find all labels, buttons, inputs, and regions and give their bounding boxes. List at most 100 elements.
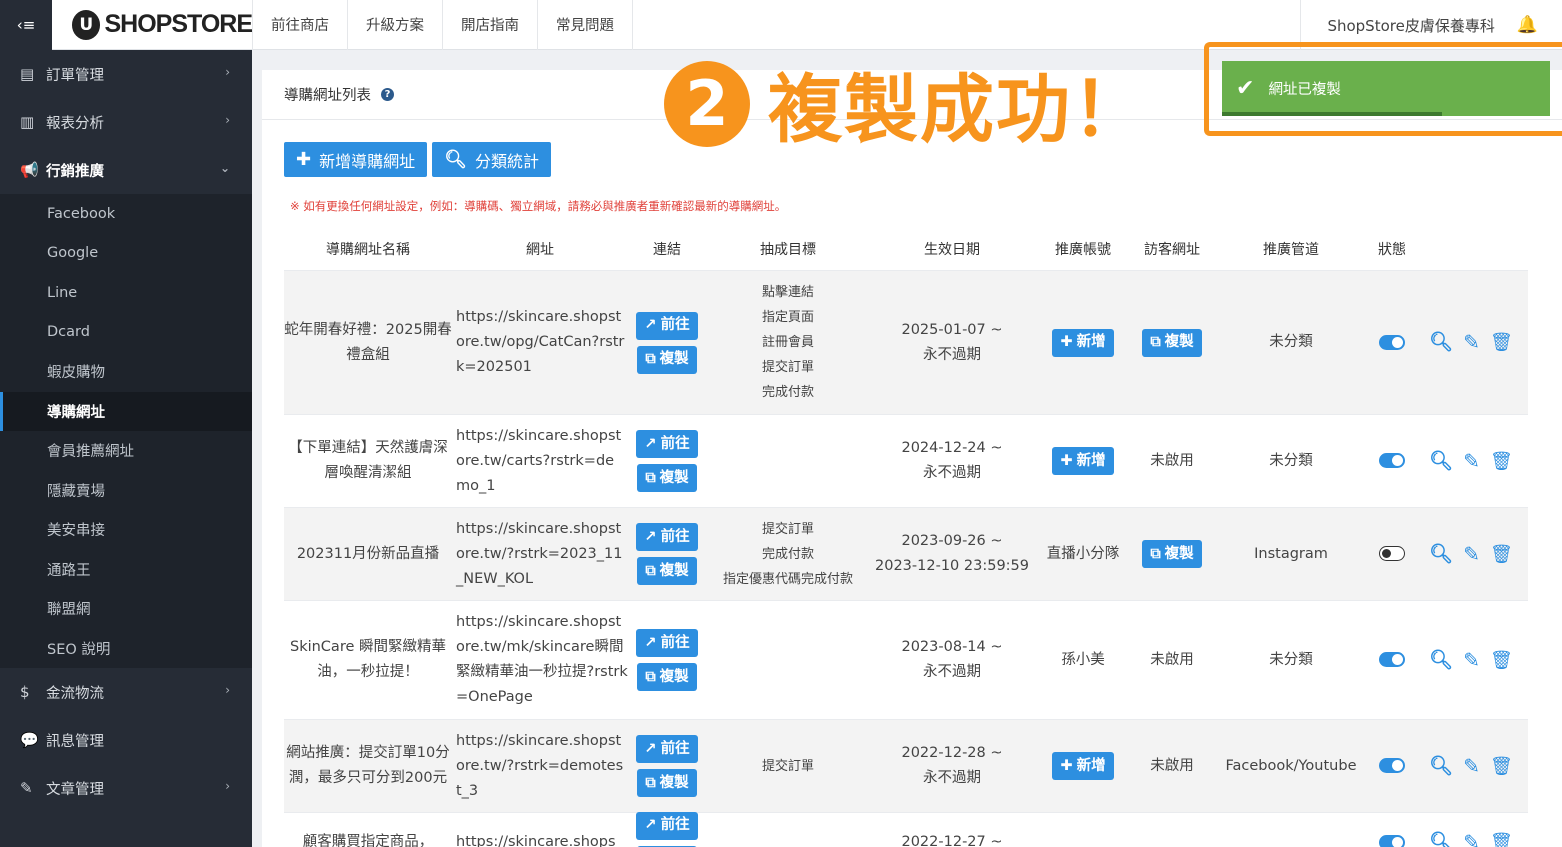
pencil-icon[interactable]: ✎: [1463, 542, 1480, 567]
copy-success-toast[interactable]: ✔ 網址已複製: [1222, 61, 1550, 116]
sidebar-sub-seo[interactable]: SEO 說明: [0, 629, 252, 669]
start-date: 2022-12-27 ~: [901, 834, 1003, 847]
col-account: 推廣帳號: [1055, 242, 1111, 258]
dollar-icon: $: [20, 683, 30, 701]
add-account-button[interactable]: ✚ 新增: [1052, 752, 1114, 780]
sidebar-item-articles[interactable]: ✎ 文章管理 ›: [0, 764, 252, 812]
sidebar-item-payment[interactable]: $ 金流物流 ›: [0, 668, 252, 716]
copy-link-button[interactable]: ⧉複製: [637, 464, 697, 492]
commission-targets: 提交訂單: [706, 754, 870, 779]
account-name: 直播小分隊: [1046, 545, 1120, 562]
copy-icon: ⧉: [645, 668, 656, 685]
go-link-button[interactable]: ↗ 前往: [636, 629, 698, 657]
bullhorn-icon: 📢: [20, 161, 39, 179]
copy-visitor-url-button[interactable]: ⧉ 複製: [1142, 328, 1202, 357]
pencil-icon[interactable]: ✎: [1463, 330, 1480, 355]
search-icon[interactable]: 🔍︎: [1429, 330, 1453, 355]
sidebar-item-reports[interactable]: ▥ 報表分析 ›: [0, 98, 252, 146]
pencil-icon[interactable]: ✎: [1463, 754, 1480, 779]
go-link-button[interactable]: ↗ 前往: [636, 735, 698, 763]
go-link-button[interactable]: ↗ 前往: [636, 523, 698, 551]
trash-icon[interactable]: 🗑: [1490, 754, 1513, 779]
sidebar-sub-shopee[interactable]: 蝦皮購物: [0, 352, 252, 392]
pencil-icon[interactable]: ✎: [1463, 830, 1480, 847]
add-account-button[interactable]: ✚ 新增: [1052, 328, 1114, 357]
channel: 未分類: [1269, 452, 1313, 469]
end-date: 永不過期: [923, 664, 981, 680]
menu-toggle-icon[interactable]: ‹≡: [0, 0, 52, 50]
referral-name: 顧客購買指定商品，: [302, 834, 434, 847]
status-toggle[interactable]: [1379, 758, 1405, 773]
trash-icon[interactable]: 🗑: [1490, 449, 1513, 474]
table-row: 【下單連結】天然護膚深層喚醒清潔組 https://skincare.shopst…: [284, 414, 1528, 507]
search-icon[interactable]: 🔍︎: [1429, 542, 1453, 567]
end-date: 永不過期: [923, 770, 981, 786]
table-row: 顧客購買指定商品，https://skincare.shops↗前往⧉複製202…: [284, 811, 1528, 847]
copy-link-button[interactable]: ⧉複製: [637, 663, 697, 691]
trash-icon[interactable]: 🗑: [1490, 648, 1513, 673]
sidebar-item-marketing[interactable]: 📢 行銷推廣 ⌄: [0, 146, 252, 194]
notice-text: ※ 如有更換任何網址設定，例如：導購碼、獨立網域，請務必與推廣者重新確認最新的導…: [290, 199, 787, 213]
referral-url: https://skincare.shopstore.tw/opg/CatCan…: [456, 309, 625, 375]
col-channel: 推廣管道: [1263, 242, 1319, 258]
sidebar-sub-line[interactable]: Line: [0, 273, 252, 313]
search-icon[interactable]: 🔍︎: [1429, 449, 1453, 474]
copy-link-button[interactable]: ⧉複製: [637, 557, 697, 585]
nav-faq[interactable]: 常見問題: [537, 0, 633, 50]
sidebar-sub-member-referral[interactable]: 會員推薦網址: [0, 431, 252, 471]
go-link-button[interactable]: ↗ 前往: [636, 430, 698, 458]
logo-mark: U: [72, 9, 101, 40]
add-account-button[interactable]: ✚ 新增: [1052, 447, 1114, 475]
nav-upgrade[interactable]: 升級方案: [347, 0, 442, 50]
sidebar-item-messages[interactable]: 💬 訊息管理: [0, 716, 252, 764]
trash-icon[interactable]: 🗑: [1490, 542, 1513, 567]
trash-icon[interactable]: 🗑: [1490, 330, 1513, 355]
toast-progress-bar: [1222, 112, 1442, 116]
sidebar-sub-mei-an[interactable]: 美安串接: [0, 510, 252, 550]
copy-icon: ⧉: [1150, 334, 1161, 350]
external-link-icon: ↗: [644, 435, 657, 452]
annotation: 2 複製成功！: [664, 50, 1148, 157]
sidebar-sub-hidden-store[interactable]: 隱藏賣場: [0, 471, 252, 511]
sidebar-sub-facebook[interactable]: Facebook: [0, 194, 252, 234]
logo[interactable]: U SHOPSTORE: [52, 0, 253, 50]
copy-link-button[interactable]: ⧉複製: [637, 769, 697, 797]
referral-url: https://skincare.shopstore.tw/carts?rstr…: [456, 427, 622, 494]
status-toggle[interactable]: [1379, 546, 1405, 561]
sidebar-sub-referral-url[interactable]: 導購網址: [0, 391, 252, 431]
go-link-button[interactable]: ↗ 前往: [636, 311, 698, 340]
sidebar-sub-affiliate[interactable]: 聯盟網: [0, 589, 252, 629]
status-toggle[interactable]: [1379, 334, 1405, 350]
referral-name: 【下單連結】天然護膚深層喚醒清潔組: [288, 440, 448, 481]
sidebar-sub-google[interactable]: Google: [0, 234, 252, 274]
search-icon[interactable]: 🔍︎: [1429, 830, 1453, 847]
status-toggle[interactable]: [1379, 834, 1405, 847]
status-toggle[interactable]: [1379, 652, 1405, 667]
search-icon[interactable]: 🔍︎: [1429, 648, 1453, 673]
sidebar-item-orders[interactable]: ▤ 訂單管理 ›: [0, 50, 252, 98]
toast-message: 網址已複製: [1268, 82, 1341, 98]
chevron-right-icon: ›: [225, 113, 230, 127]
go-link-button[interactable]: ↗ 前往: [636, 811, 698, 840]
referral-name: SkinCare 瞬間緊緻精華油，一秒拉提！: [289, 639, 446, 680]
nav-go-store[interactable]: 前往商店: [252, 0, 347, 50]
pencil-icon[interactable]: ✎: [1463, 648, 1480, 673]
nav-guide[interactable]: 開店指南: [442, 0, 537, 50]
copy-link-button[interactable]: ⧉複製: [637, 345, 697, 374]
external-link-icon: ↗: [644, 317, 657, 333]
category-stats-button[interactable]: 🔍︎ 分類統計: [432, 142, 551, 177]
pencil-icon[interactable]: ✎: [1463, 449, 1480, 474]
commission-target: 完成付款: [761, 546, 814, 562]
top-nav: 前往商店 升級方案 開店指南 常見問題: [252, 0, 633, 50]
status-toggle[interactable]: [1379, 453, 1405, 468]
start-date: 2023-08-14 ~: [901, 639, 1003, 655]
sidebar-sub-channel-king[interactable]: 通路王: [0, 550, 252, 590]
help-icon[interactable]: ?: [381, 88, 394, 101]
add-referral-url-button[interactable]: ✚ 新增導購網址: [284, 142, 428, 177]
copy-visitor-url-button[interactable]: ⧉ 複製: [1142, 540, 1202, 568]
table-row: SkinCare 瞬間緊緻精華油，一秒拉提！ https://skincare.s…: [284, 600, 1528, 719]
search-icon[interactable]: 🔍︎: [1429, 754, 1453, 779]
sidebar-sub-dcard[interactable]: Dcard: [0, 313, 252, 353]
trash-icon[interactable]: 🗑: [1490, 830, 1513, 847]
bell-icon[interactable]: 🔔: [1517, 15, 1538, 35]
